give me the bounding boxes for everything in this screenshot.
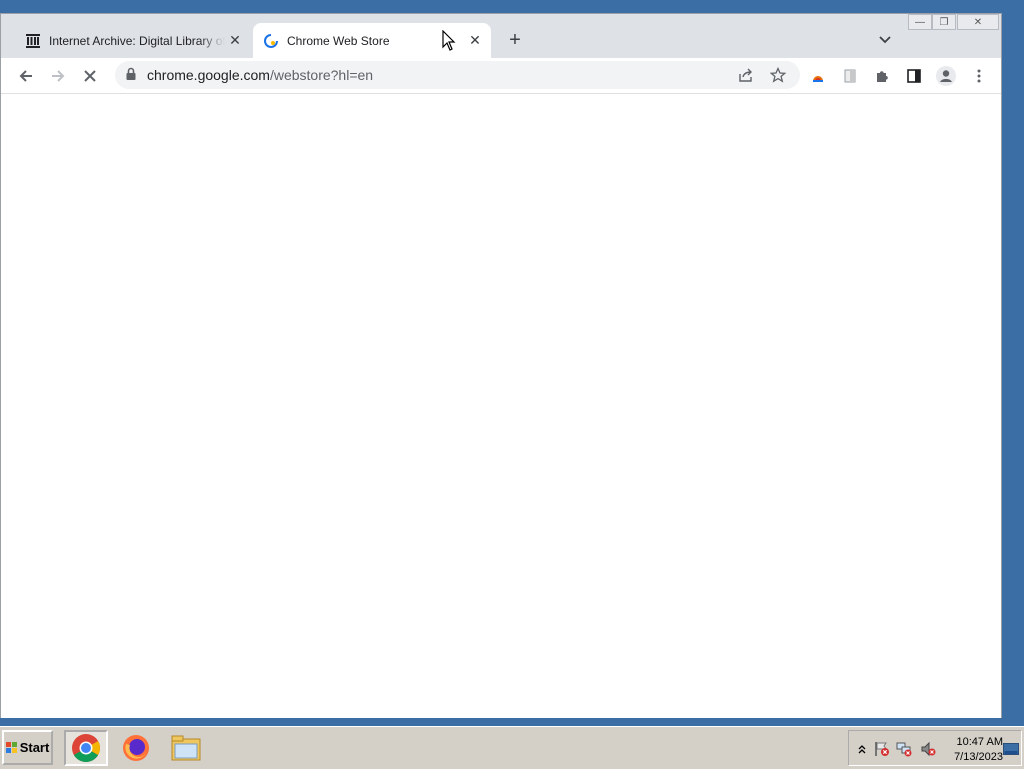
network-icon[interactable]	[895, 740, 913, 758]
tab-strip: Internet Archive: Digital Library of Fre…	[1, 14, 1001, 58]
chrome-menu-icon[interactable]	[966, 63, 992, 89]
chrome-icon	[72, 734, 100, 762]
clock-time: 10:47 AM	[956, 736, 1003, 748]
taskbar-explorer[interactable]	[164, 730, 208, 766]
clock[interactable]: 10:47 AM 7/13/2023	[941, 735, 1003, 765]
restore-button[interactable]: ❐	[932, 14, 956, 30]
new-tab-button[interactable]: +	[503, 28, 527, 52]
start-label: Start	[19, 740, 50, 755]
extension-doc-icon[interactable]	[837, 63, 863, 89]
file-explorer-icon	[171, 735, 201, 761]
tab-internet-archive[interactable]: Internet Archive: Digital Library of Fre…	[15, 23, 251, 58]
internet-archive-icon	[25, 33, 41, 49]
url-host: chrome.google.com	[147, 67, 270, 83]
url-path: /webstore?hl=en	[269, 67, 374, 83]
extensions-puzzle-icon[interactable]	[869, 63, 895, 89]
chrome-web-store-icon	[263, 33, 279, 49]
tab-title: Chrome Web Store	[287, 33, 390, 48]
firefox-icon	[123, 735, 149, 761]
address-bar[interactable]: chrome.google.com/webstore?hl=en	[115, 61, 800, 89]
tab-search-icon[interactable]	[873, 28, 897, 52]
url-text[interactable]: chrome.google.com/webstore?hl=en	[147, 67, 373, 83]
forward-button[interactable]	[45, 63, 71, 89]
page-content	[1, 93, 1001, 718]
share-icon[interactable]	[735, 64, 757, 86]
system-tray: 10:47 AM 7/13/2023	[848, 730, 1022, 766]
browser-window: Internet Archive: Digital Library of Fre…	[0, 13, 1002, 718]
back-button[interactable]	[13, 63, 39, 89]
action-center-flag-icon[interactable]	[873, 740, 891, 758]
clock-date: 7/13/2023	[954, 751, 1003, 763]
volume-muted-icon[interactable]	[919, 740, 937, 758]
taskbar-firefox[interactable]	[114, 730, 158, 766]
extension-colorful-icon[interactable]	[805, 63, 831, 89]
mouse-cursor-icon	[442, 29, 456, 57]
stop-loading-icon[interactable]	[77, 63, 103, 89]
taskbar-chrome[interactable]	[64, 730, 108, 766]
lock-icon[interactable]	[125, 67, 137, 86]
close-tab-icon[interactable]: ✕	[465, 31, 485, 51]
close-tab-icon[interactable]: ✕	[225, 31, 245, 51]
show-hidden-icons-icon[interactable]	[853, 740, 871, 758]
side-panel-icon[interactable]	[901, 63, 927, 89]
show-desktop-icon[interactable]	[1003, 740, 1019, 758]
profile-avatar-icon[interactable]	[933, 63, 959, 89]
toolbar: chrome.google.com/webstore?hl=en	[1, 58, 1001, 93]
close-window-button[interactable]: ✕	[957, 14, 999, 30]
taskbar: Start 10:47 AM 7/13/2023	[0, 726, 1024, 769]
windows-logo-icon	[5, 741, 17, 753]
start-button[interactable]: Start	[2, 730, 53, 765]
tab-title: Internet Archive: Digital Library of Fre…	[49, 33, 225, 48]
bookmark-star-icon[interactable]	[767, 64, 789, 86]
minimize-button[interactable]: —	[908, 14, 932, 30]
